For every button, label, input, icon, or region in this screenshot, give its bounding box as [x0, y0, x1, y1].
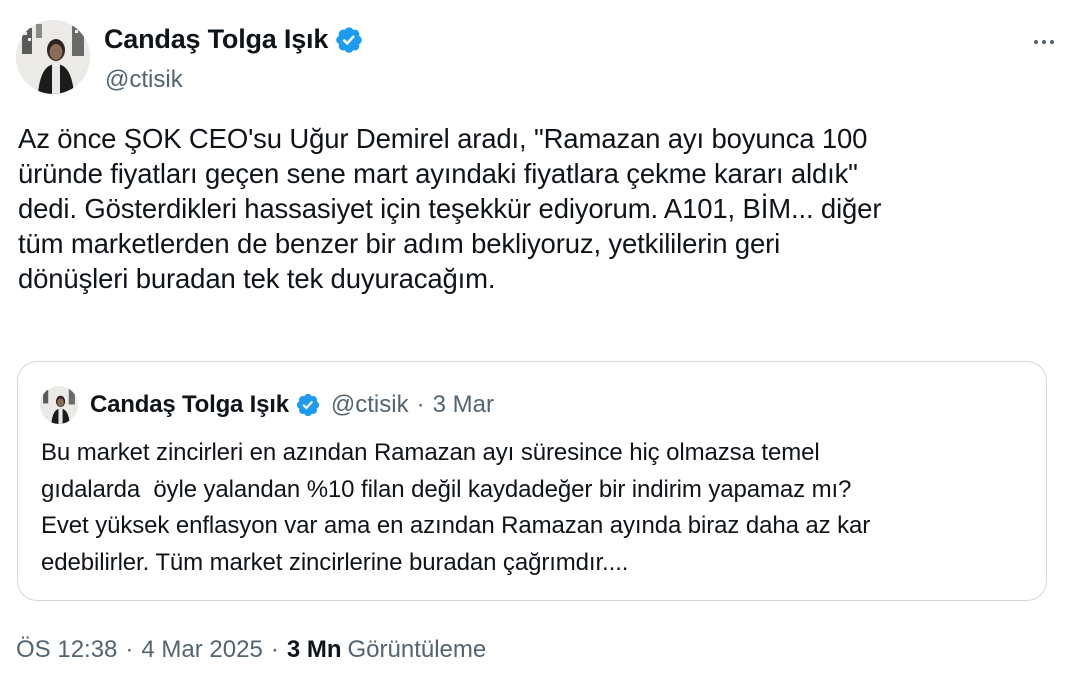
quoted-text-line: Bu market zincirleri en azından Ramazan …	[41, 439, 820, 466]
quoted-author-display-name[interactable]: Candaş Tolga Işık	[90, 391, 289, 419]
tweet-text-line: üründe fiyatları geçen sene mart ayındak…	[18, 158, 858, 189]
quoted-text-line: gıdalarda öyle yalandan %10 filan değil …	[41, 475, 852, 503]
author-handle[interactable]: @ctisik	[105, 66, 183, 94]
quoted-tweet-date[interactable]: 3 Mar	[433, 391, 494, 419]
quoted-author-handle[interactable]: @ctisik	[331, 391, 409, 419]
tweet-text-line: dönüşleri buradan tek tek duyuracağım.	[18, 263, 496, 294]
tweet-time[interactable]: ÖS 12:38	[16, 636, 117, 664]
quoted-tweet-header: Candaş Tolga Işık @ctisik · 3 Mar	[90, 391, 494, 419]
tweet-meta: ÖS 12:38 · 4 Mar 2025 · 3 Mn Görüntüleme	[16, 636, 486, 664]
verified-badge-icon[interactable]	[295, 392, 321, 418]
quoted-tweet-card[interactable]: Candaş Tolga Işık @ctisik · 3 Mar Bu mar…	[17, 361, 1047, 601]
quoted-tweet-text: Bu market zincirleri en azından Ramazan …	[41, 435, 1031, 581]
avatar-photo	[16, 20, 90, 94]
tweet-header: Candaş Tolga Işık @ctisik	[16, 18, 1064, 96]
author-avatar[interactable]	[16, 20, 90, 94]
tweet-date[interactable]: 4 Mar 2025	[141, 636, 262, 664]
separator-dot: ·	[416, 391, 425, 418]
separator-dot: ·	[125, 636, 134, 663]
author-name-row[interactable]: Candaş Tolga Işık	[104, 24, 364, 55]
quoted-text-line: Evet yüksek enflasyon var ama en azından…	[41, 512, 871, 539]
avatar-photo	[40, 386, 78, 424]
separator-dot: ·	[270, 636, 279, 663]
author-display-name[interactable]: Candaş Tolga Işık	[104, 24, 328, 55]
views-count: 3 Mn	[286, 636, 342, 663]
tweet-text-line: dedi. Gösterdikleri hassasiyet için teşe…	[18, 193, 882, 224]
tweet-text: Az önce ŞOK CEO'su Uğur Demirel aradı, "…	[18, 121, 1058, 296]
more-icon[interactable]	[1026, 32, 1062, 52]
tweet-text-line: tüm marketlerden de benzer bir adım bekl…	[18, 228, 781, 259]
quoted-author-avatar[interactable]	[40, 386, 78, 424]
views-label: Görüntüleme	[347, 636, 487, 663]
verified-badge-icon[interactable]	[334, 25, 364, 55]
tweet-text-line: Az önce ŞOK CEO'su Uğur Demirel aradı, "…	[18, 123, 868, 154]
quoted-text-line: edebilirler. Tüm market zincirlerine bur…	[41, 548, 629, 576]
